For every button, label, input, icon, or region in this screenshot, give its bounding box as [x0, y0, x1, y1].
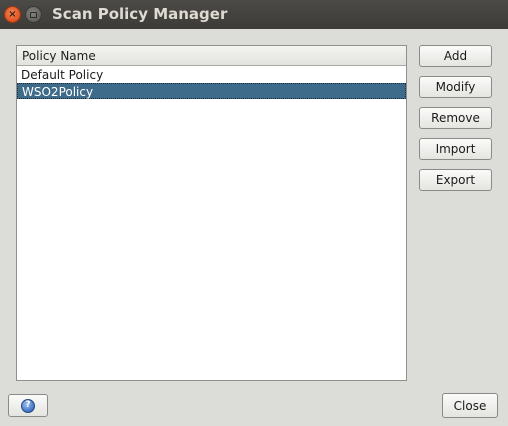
- policy-table[interactable]: Policy Name Default Policy WSO2Policy: [16, 45, 407, 381]
- scan-policy-manager-dialog: × Scan Policy Manager Policy Name Defaul…: [0, 0, 508, 426]
- export-button[interactable]: Export: [419, 169, 492, 191]
- close-button[interactable]: Close: [442, 393, 498, 418]
- column-header-policy-name[interactable]: Policy Name: [17, 46, 406, 66]
- close-icon: ×: [8, 8, 17, 20]
- modify-button[interactable]: Modify: [419, 76, 492, 98]
- help-button[interactable]: ?: [8, 394, 48, 417]
- table-row-default-policy[interactable]: Default Policy: [17, 67, 406, 83]
- window-minimize-button[interactable]: [25, 6, 42, 23]
- import-button[interactable]: Import: [419, 138, 492, 160]
- minimize-icon: [30, 11, 37, 18]
- help-icon: ?: [21, 398, 35, 413]
- add-button[interactable]: Add: [419, 45, 492, 67]
- remove-button[interactable]: Remove: [419, 107, 492, 129]
- title-bar: × Scan Policy Manager: [0, 0, 508, 29]
- window-close-button[interactable]: ×: [4, 6, 21, 23]
- window-title: Scan Policy Manager: [52, 5, 228, 23]
- table-row-wso2policy[interactable]: WSO2Policy: [17, 83, 406, 99]
